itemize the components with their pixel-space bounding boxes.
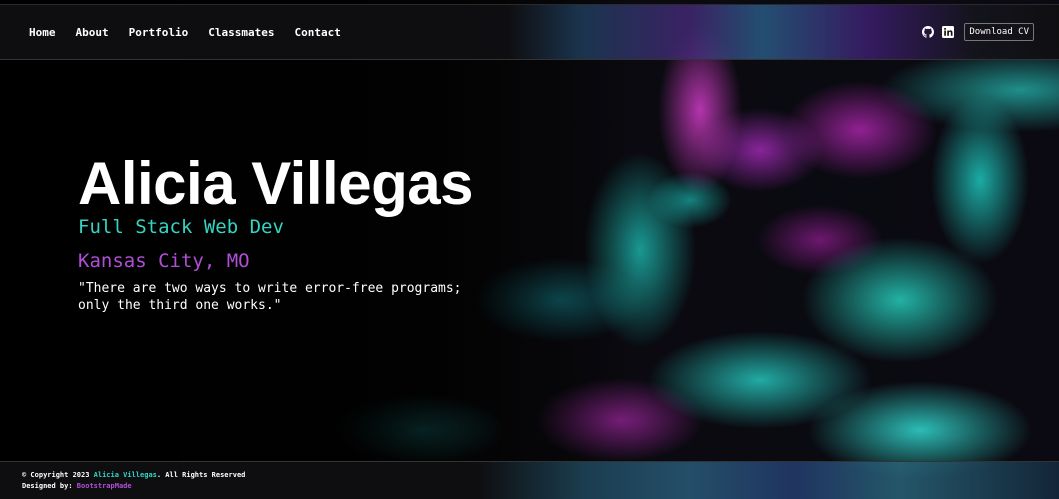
footer-copyright: © Copyright 2023 Alicia Villegas. All Ri… — [22, 471, 245, 479]
hero-name: Alicia Villegas — [78, 150, 473, 217]
nav-link-contact[interactable]: Contact — [294, 26, 340, 39]
nav-right-actions: Download CV — [921, 5, 1034, 59]
site-footer: © Copyright 2023 Alicia Villegas. All Ri… — [0, 461, 1059, 499]
top-navbar: Home About Portfolio Classmates Contact … — [0, 4, 1059, 60]
nav-link-about[interactable]: About — [76, 26, 109, 39]
hero-quote: "There are two ways to write error-free … — [78, 280, 478, 314]
designed-by-label: Designed by: — [22, 482, 73, 490]
hero-location: Kansas City, MO — [78, 250, 250, 272]
nav-links: Home About Portfolio Classmates Contact — [29, 5, 341, 59]
hero-quote-line-2: only the third one works." — [78, 298, 282, 313]
designer-link[interactable]: BootstrapMade — [77, 482, 132, 490]
linkedin-icon[interactable] — [941, 25, 955, 39]
copyright-prefix: © Copyright 2023 — [22, 471, 90, 479]
footer-credits: Designed by: BootstrapMade — [22, 482, 132, 490]
download-cv-button[interactable]: Download CV — [964, 23, 1034, 41]
nav-link-home[interactable]: Home — [29, 26, 56, 39]
github-icon[interactable] — [921, 25, 935, 39]
nav-link-portfolio[interactable]: Portfolio — [129, 26, 189, 39]
copyright-suffix: . All Rights Reserved — [156, 471, 246, 479]
hero-intro: Alicia Villegas Full Stack Web Dev Kansa… — [78, 150, 598, 314]
nav-link-classmates[interactable]: Classmates — [208, 26, 274, 39]
copyright-owner-link[interactable]: Alicia Villegas — [94, 471, 157, 479]
hero-quote-line-1: "There are two ways to write error-free … — [78, 281, 462, 296]
